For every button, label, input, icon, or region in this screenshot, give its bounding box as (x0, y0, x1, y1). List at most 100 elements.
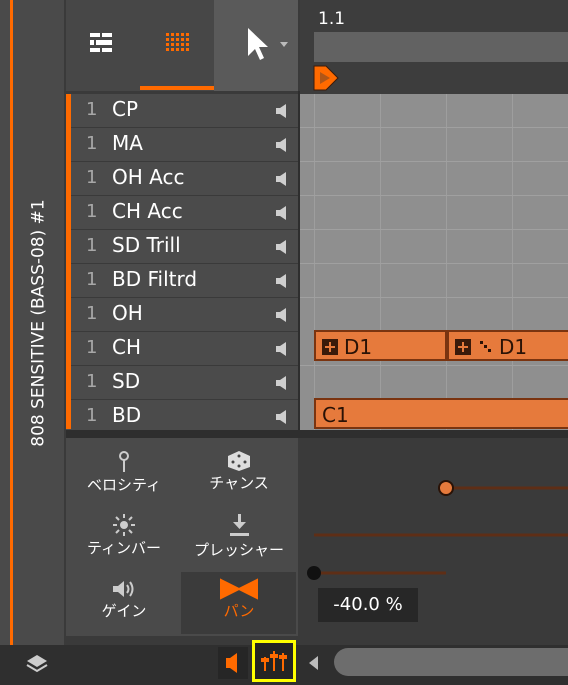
grid-line (380, 94, 381, 430)
speaker-icon[interactable] (275, 239, 289, 255)
key-lane[interactable]: 1 CH Acc (66, 196, 300, 230)
pan-icon (220, 578, 258, 600)
note-grid[interactable]: D1 D1 C1 (300, 94, 568, 430)
expression-pressure[interactable]: プレッシャー (181, 513, 297, 560)
speaker-toggle-button[interactable] (218, 647, 248, 679)
key-lane[interactable]: 1 BD Filtrd (66, 264, 300, 298)
key-lane[interactable]: 1 SD Trill (66, 230, 300, 264)
lane-channel-number: 1 (86, 167, 98, 188)
lane-channel-number: 1 (86, 269, 98, 290)
speaker-icon[interactable] (275, 375, 289, 391)
grid-line (512, 94, 513, 430)
key-lane[interactable]: 1 SD (66, 366, 300, 400)
automation-value-tooltip: -40.0 % (318, 588, 418, 622)
grid-line (300, 229, 568, 230)
automation-handle[interactable] (438, 480, 454, 496)
horizontal-scrollbar[interactable] (334, 648, 568, 676)
track-name-container: 808 SENSITIVE (BASS-08) #1 (16, 0, 62, 645)
repeat-icon (480, 341, 491, 352)
grid-line (300, 161, 568, 162)
pan-automation-handle[interactable] (307, 566, 321, 580)
note-label: C1 (322, 403, 349, 427)
key-lane[interactable]: 1 CH (66, 332, 300, 366)
speaker-icon[interactable] (275, 137, 289, 153)
lane-name: OH (112, 301, 143, 325)
lane-name: BD (112, 403, 142, 427)
list-view-icon (90, 33, 112, 52)
key-lane[interactable]: 1 MA (66, 128, 300, 162)
speaker-icon[interactable] (275, 171, 289, 187)
lanes-color-accent (66, 94, 71, 429)
note-label: D1 (499, 335, 528, 359)
velocity-icon (119, 451, 129, 472)
midi-note[interactable]: D1 (447, 330, 568, 361)
key-lane[interactable]: 1 CP (66, 94, 300, 128)
mixer-button[interactable] (252, 640, 296, 682)
active-tab-indicator (140, 86, 214, 90)
pointer-tool-icon (248, 28, 288, 60)
grid-line (314, 94, 315, 430)
track-color-accent (10, 0, 13, 645)
lane-channel-number: 1 (86, 133, 98, 154)
speaker-icon[interactable] (275, 409, 289, 425)
track-name: 808 SENSITIVE (BASS-08) #1 (29, 198, 50, 447)
expression-label: チャンス (209, 474, 269, 492)
expand-icon[interactable] (455, 339, 471, 355)
grid-line (300, 297, 568, 298)
expression-label: パン (223, 602, 255, 620)
speaker-icon[interactable] (275, 341, 289, 357)
pointer-tool-button[interactable] (214, 0, 298, 91)
expression-chance[interactable]: チャンス (181, 450, 297, 493)
grid-view-icon (166, 33, 189, 51)
lane-channel-number: 1 (86, 201, 98, 222)
expression-label: ゲイン (101, 602, 147, 620)
speaker-icon (226, 653, 237, 673)
speaker-icon[interactable] (275, 273, 289, 289)
list-view-button[interactable] (66, 0, 140, 91)
lane-name: SD (112, 369, 141, 393)
midi-note[interactable]: C1 (314, 398, 568, 429)
lane-name: OH Acc (112, 165, 185, 189)
gain-icon (113, 581, 134, 597)
midi-note[interactable]: D1 (314, 330, 447, 361)
grid-line (300, 195, 568, 196)
layers-icon[interactable] (26, 653, 48, 675)
dice-icon (228, 451, 250, 471)
lane-name: MA (112, 131, 143, 155)
lane-name: SD Trill (112, 233, 181, 257)
grid-line (300, 365, 568, 366)
speaker-icon[interactable] (275, 205, 289, 221)
lane-name: CP (112, 97, 139, 121)
lane-channel-number: 1 (86, 99, 98, 120)
lane-name: CH (112, 335, 142, 359)
expression-label: ベロシティ (86, 476, 162, 494)
expression-pan[interactable]: パン (181, 578, 297, 621)
expression-gain[interactable]: ゲイン (66, 578, 182, 621)
grid-view-button[interactable] (140, 0, 214, 91)
key-lane[interactable]: 1 OH Acc (66, 162, 300, 196)
lane-name: BD Filtrd (112, 267, 198, 291)
scroll-left-icon[interactable] (306, 653, 322, 673)
grid-line (300, 127, 568, 128)
expression-velocity[interactable]: ベロシティ (66, 450, 182, 495)
lane-channel-number: 1 (86, 303, 98, 324)
mixer-icon (261, 651, 287, 671)
lane-channel-number: 1 (86, 371, 98, 392)
speaker-icon[interactable] (275, 307, 289, 323)
expand-icon[interactable] (322, 339, 338, 355)
loop-region-bar[interactable] (314, 32, 568, 62)
playhead-marker-icon[interactable] (312, 64, 342, 92)
grid-line (446, 94, 447, 430)
key-lane[interactable]: 1 OH (66, 298, 300, 332)
panel-separator (66, 430, 568, 438)
timbre-icon (113, 514, 135, 536)
speaker-icon[interactable] (275, 103, 289, 119)
drum-key-lanes: 1 CP 1 MA 1 OH Acc 1 CH Acc 1 SD Trill 1… (66, 94, 300, 434)
lane-channel-number: 1 (86, 337, 98, 358)
expression-label: ティンバー (86, 539, 162, 557)
key-lane[interactable]: 1 BD (66, 400, 300, 434)
lane-channel-number: 1 (86, 405, 98, 426)
expression-timbre[interactable]: ティンバー (66, 513, 182, 558)
pressure-icon (230, 514, 249, 536)
note-label: D1 (344, 335, 373, 359)
